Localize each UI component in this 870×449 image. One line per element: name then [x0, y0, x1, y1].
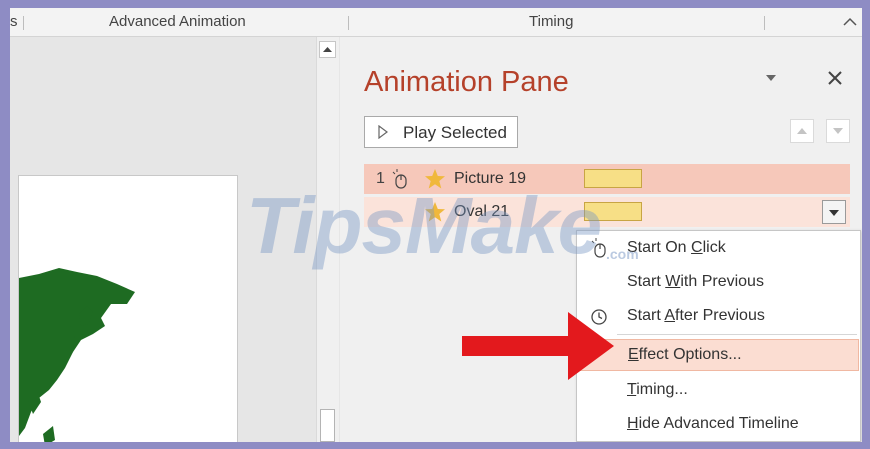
move-later-button[interactable]: [826, 119, 850, 143]
menu-separator: [617, 334, 857, 335]
play-selected-label: Play Selected: [403, 123, 507, 142]
map-island: [43, 426, 55, 442]
watermark-suffix: .com: [606, 246, 639, 262]
play-icon: [378, 125, 388, 139]
ribbon-group-fragment: s: [10, 13, 18, 30]
ribbon-group-advanced-animation: Advanced Animation: [109, 13, 246, 30]
ribbon-separator: [348, 16, 349, 30]
menu-item-label: Hide Advanced Timeline: [627, 415, 799, 432]
item-dropdown-button[interactable]: [822, 200, 846, 224]
triangle-up-icon: [797, 128, 807, 134]
scroll-up-button[interactable]: [319, 41, 336, 58]
task-pane-options-icon[interactable]: [764, 73, 778, 83]
scrollbar-thumb[interactable]: [320, 409, 335, 442]
pane-title: Animation Pane: [364, 66, 569, 98]
menu-item-label: Start After Previous: [627, 307, 765, 324]
triangle-down-icon: [833, 128, 843, 134]
triangle-up-icon: [323, 47, 332, 52]
map-image[interactable]: [19, 176, 237, 442]
ribbon-group-timing: Timing: [529, 13, 574, 30]
map-landmass: [19, 268, 135, 436]
slide-canvas[interactable]: [18, 175, 238, 442]
menu-item-label: Timing...: [627, 381, 688, 398]
triangle-down-icon: [829, 210, 839, 216]
move-earlier-button[interactable]: [790, 119, 814, 143]
menu-item-hide-advanced-timeline[interactable]: Hide Advanced Timeline: [577, 408, 860, 440]
menu-item-label: Start On Click: [627, 239, 726, 256]
play-selected-button[interactable]: Play Selected: [364, 116, 518, 148]
menu-item-label: Effect Options...: [628, 346, 742, 363]
collapse-ribbon-icon[interactable]: [842, 14, 858, 30]
menu-item-label: Start With Previous: [627, 273, 764, 290]
watermark: TipsMake: [246, 181, 602, 270]
red-arrow-annotation: [462, 312, 614, 380]
menu-item-start-with-previous[interactable]: Start With Previous: [577, 266, 860, 298]
ribbon-separator: [23, 16, 24, 30]
close-icon[interactable]: [826, 69, 844, 87]
ribbon-group-labels: s Advanced Animation Timing: [10, 8, 862, 37]
ribbon-separator: [764, 16, 765, 30]
powerpoint-window: s Advanced Animation Timing Animation Pa…: [10, 8, 862, 442]
